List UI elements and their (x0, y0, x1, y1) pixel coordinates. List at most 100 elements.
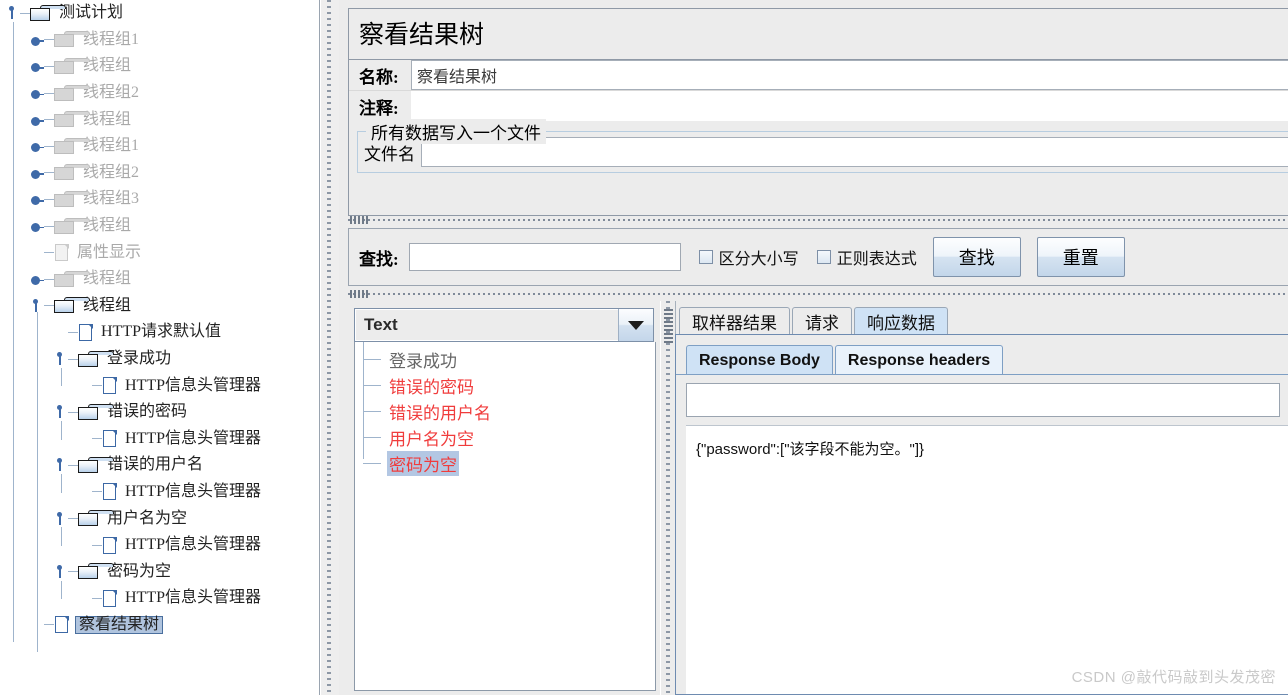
expand-toggle-icon[interactable] (30, 272, 44, 286)
expand-toggle-icon[interactable] (30, 192, 44, 206)
checkbox-box (816, 250, 831, 264)
test-plan-tree[interactable]: 测试计划 线程组1 线程组 线程组2 线程组 线程组1 线程组2 线程组3 线程组 属性显示 线程组… (0, 0, 320, 695)
tree-item-root[interactable]: 测试计划 (0, 0, 319, 27)
result-list-item[interactable]: 错误的用户名 (355, 398, 655, 424)
tree-item[interactable]: 察看结果树 (0, 612, 319, 639)
tree-item[interactable]: HTTP请求默认值 (0, 319, 319, 346)
tree-item[interactable]: 线程组 (0, 213, 319, 240)
comment-input[interactable] (411, 91, 1288, 121)
tree-item[interactable]: HTTP信息头管理器 (0, 585, 319, 612)
view-results-tree-panel: 察看结果树 名称: 察看结果树 注释: 所有数据写入一个文件 文件名 (348, 8, 1288, 216)
tree-item[interactable]: HTTP信息头管理器 (0, 426, 319, 453)
tree-item-label: 登录成功 (107, 350, 172, 368)
expand-toggle-icon[interactable] (54, 564, 68, 579)
detail-tab[interactable]: 请求 (792, 307, 852, 335)
folder-icon (54, 217, 90, 235)
tree-item[interactable]: 线程组1 (0, 27, 319, 54)
result-item-label: 用户名为空 (389, 429, 474, 449)
folder-icon (54, 31, 90, 48)
horizontal-split-divider-1[interactable] (348, 216, 1288, 224)
results-detail-split-divider[interactable] (660, 301, 676, 695)
expand-toggle-icon[interactable] (30, 139, 44, 153)
name-input[interactable]: 察看结果树 (411, 60, 1288, 90)
response-tab-strip[interactable]: Response Body Response headers (676, 335, 1288, 375)
case-sensitive-checkbox[interactable]: 区分大小写 (698, 245, 799, 269)
file-icon (54, 243, 70, 262)
response-body-text[interactable]: {"password":["该字段不能为空。"]} (686, 425, 1288, 694)
result-list-item[interactable]: 用户名为空 (355, 424, 655, 450)
tree-item[interactable]: 线程组2 (0, 160, 319, 187)
detail-tab[interactable]: 取样器结果 (679, 307, 790, 335)
horizontal-split-divider-2[interactable] (348, 290, 1288, 298)
tree-item-label: 密码为空 (107, 562, 172, 580)
element-editor-pane: 察看结果树 名称: 察看结果树 注释: 所有数据写入一个文件 文件名 查找: 区… (339, 0, 1288, 695)
expand-toggle-icon[interactable] (30, 86, 44, 100)
detail-tab-strip[interactable]: 取样器结果 请求 响应数据 (675, 305, 1288, 335)
expand-toggle-icon[interactable] (30, 33, 44, 47)
renderer-select[interactable]: Text (354, 308, 654, 342)
expand-toggle-icon[interactable] (30, 113, 44, 127)
tree-item[interactable]: 线程组 (0, 266, 319, 293)
main-split-divider[interactable] (320, 0, 340, 695)
tree-item-label: 错误的用户名 (107, 456, 204, 474)
response-tab[interactable]: Response headers (834, 345, 1004, 375)
result-item-label: 错误的用户名 (389, 403, 491, 423)
file-icon (54, 615, 70, 634)
expand-toggle-icon[interactable] (6, 6, 20, 20)
detail-tab[interactable]: 响应数据 (854, 307, 948, 335)
tree-item[interactable]: 线程组1 (0, 133, 319, 160)
page-title: 察看结果树 (349, 9, 1288, 60)
reset-button[interactable]: 重置 (1036, 237, 1125, 277)
find-button[interactable]: 查找 (932, 237, 1021, 277)
tree-item[interactable]: 线程组3 (0, 186, 319, 213)
expand-toggle-icon[interactable] (54, 511, 68, 526)
result-list-item[interactable]: 错误的密码 (355, 372, 655, 398)
file-icon (102, 429, 118, 448)
result-list-item[interactable]: 密码为空 (355, 450, 655, 476)
expand-toggle-icon[interactable] (30, 59, 44, 73)
file-icon (102, 482, 118, 501)
results-list[interactable]: 登录成功 错误的密码错误的用户名 用户名为空 密码为空 (354, 342, 656, 691)
split-grip (350, 290, 368, 298)
tree-item[interactable]: 用户名为空 (0, 505, 319, 532)
filename-input[interactable] (421, 137, 1288, 167)
tree-item[interactable]: 登录成功 (0, 346, 319, 373)
tree-item-label: 属性显示 (77, 243, 142, 261)
response-find-input[interactable] (686, 383, 1280, 417)
jmeter-window: 测试计划 线程组1 线程组 线程组2 线程组 线程组1 线程组2 线程组3 线程组 属性显示 线程组… (0, 0, 1288, 695)
tree-item[interactable]: 线程组2 (0, 80, 319, 107)
folder-icon (78, 563, 114, 580)
chevron-down-icon[interactable] (618, 309, 653, 341)
tree-item[interactable]: 线程组 (0, 53, 319, 80)
expand-toggle-icon[interactable] (54, 352, 68, 366)
tree-item[interactable]: HTTP信息头管理器 (0, 532, 319, 559)
tree-item[interactable]: 线程组 (0, 106, 319, 133)
tree-item[interactable]: 线程组 (0, 293, 319, 320)
tree-item[interactable]: 错误的用户名 (0, 452, 319, 479)
file-icon (78, 323, 94, 342)
group-legend: 所有数据写入一个文件 (366, 119, 546, 144)
expand-toggle-icon[interactable] (30, 298, 44, 313)
response-tab[interactable]: Response Body (686, 345, 833, 375)
tree-item[interactable]: HTTP信息头管理器 (0, 372, 319, 399)
tree-item-label: 线程组1 (83, 30, 140, 48)
expand-toggle-icon[interactable] (54, 458, 68, 472)
tree-item[interactable]: HTTP信息头管理器 (0, 479, 319, 506)
result-list-item[interactable]: 登录成功 (355, 346, 655, 372)
folder-icon (54, 164, 90, 181)
comment-row: 注释: (349, 90, 1288, 121)
tree-item[interactable]: 密码为空 (0, 558, 319, 585)
expand-toggle-icon[interactable] (30, 166, 44, 180)
tree-item[interactable]: 错误的密码 (0, 399, 319, 426)
search-input[interactable] (408, 243, 681, 271)
write-all-data-to-file-group: 所有数据写入一个文件 文件名 (357, 119, 1288, 173)
expand-toggle-icon[interactable] (30, 219, 44, 233)
regex-checkbox[interactable]: 正则表达式 (816, 245, 917, 269)
file-icon (102, 589, 118, 608)
tree-item[interactable]: 属性显示 (0, 239, 319, 266)
expand-toggle-icon[interactable] (54, 405, 68, 419)
file-icon (102, 376, 118, 395)
